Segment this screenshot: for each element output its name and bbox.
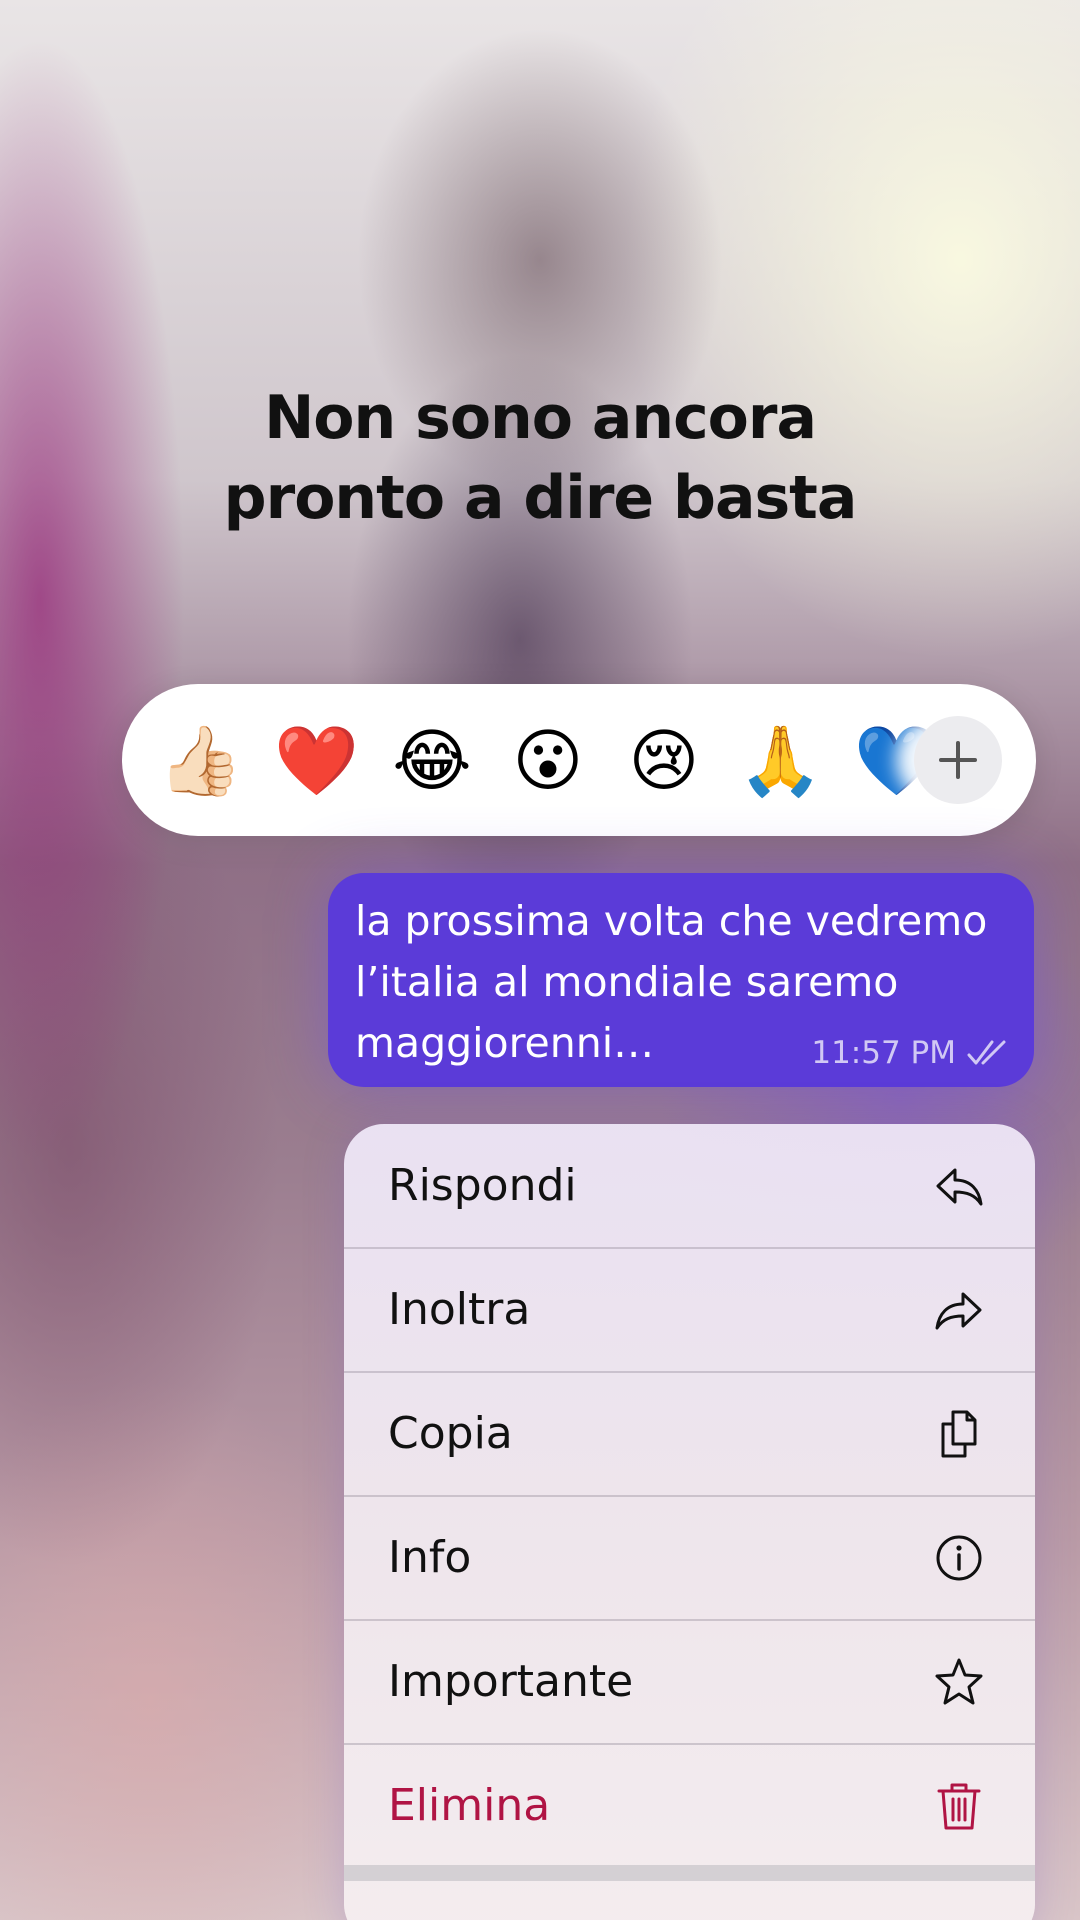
reaction-thumbs-up[interactable]: 👍🏻 [158,720,243,804]
trash-icon [937,1783,981,1830]
more-reactions-button[interactable] [914,716,1002,804]
forward-icon [935,1292,982,1330]
double-check-icon [967,1040,1006,1065]
caption-line-2: pronto a dire basta [223,463,858,533]
reaction-surprised[interactable]: 😮 [506,720,590,804]
message-line-1: la prossima volta che vedremo [355,897,988,945]
menu-item-label: Info [388,1532,472,1583]
reaction-folded-hands[interactable]: 🙏 [738,720,823,804]
reaction-tears-of-joy[interactable]: 😂 [390,720,474,804]
star-icon [935,1658,983,1705]
menu-item-info[interactable]: Info [344,1496,1035,1621]
caption-line-1: Non sono ancora [264,383,817,453]
menu-item-star[interactable]: Importante [344,1620,1035,1745]
copy-icon [941,1410,977,1458]
menu-section-divider [344,1865,1035,1881]
menu-item-reply[interactable]: Rispondi [344,1124,1035,1249]
reaction-bar: 👍🏻 ❤️ 😂 😮 😢 🙏 💙 [122,684,1036,836]
menu-item-delete[interactable]: Elimina [344,1744,1035,1869]
screen: Non sono ancora pronto a dire basta 👍🏻 ❤… [0,0,1080,1920]
message-time: 11:57 PM [811,1035,956,1071]
menu-item-label: Copia [388,1408,513,1459]
menu-item-label: Rispondi [388,1160,577,1211]
message-meta: 11:57 PM [811,1033,1010,1073]
reaction-red-heart[interactable]: ❤️ [274,720,359,804]
menu-item-copy[interactable]: Copia [344,1372,1035,1497]
menu-item-label: Importante [388,1656,634,1707]
video-caption: Non sono ancora pronto a dire basta [160,378,920,538]
reaction-crying[interactable]: 😢 [622,720,706,804]
reply-icon [936,1168,983,1206]
plus-icon [939,741,977,779]
info-icon [936,1535,982,1581]
menu-item-forward[interactable]: Inoltra [344,1248,1035,1373]
menu-item-label: Elimina [388,1780,551,1831]
context-menu: Rispondi Inoltra Copia Info Importante E… [344,1124,1035,1920]
message-bubble[interactable]: la prossima volta che vedremo l’italia a… [328,873,1034,1087]
menu-item-label: Inoltra [388,1284,531,1335]
message-line-2: l’italia al mondiale saremo [355,958,899,1006]
